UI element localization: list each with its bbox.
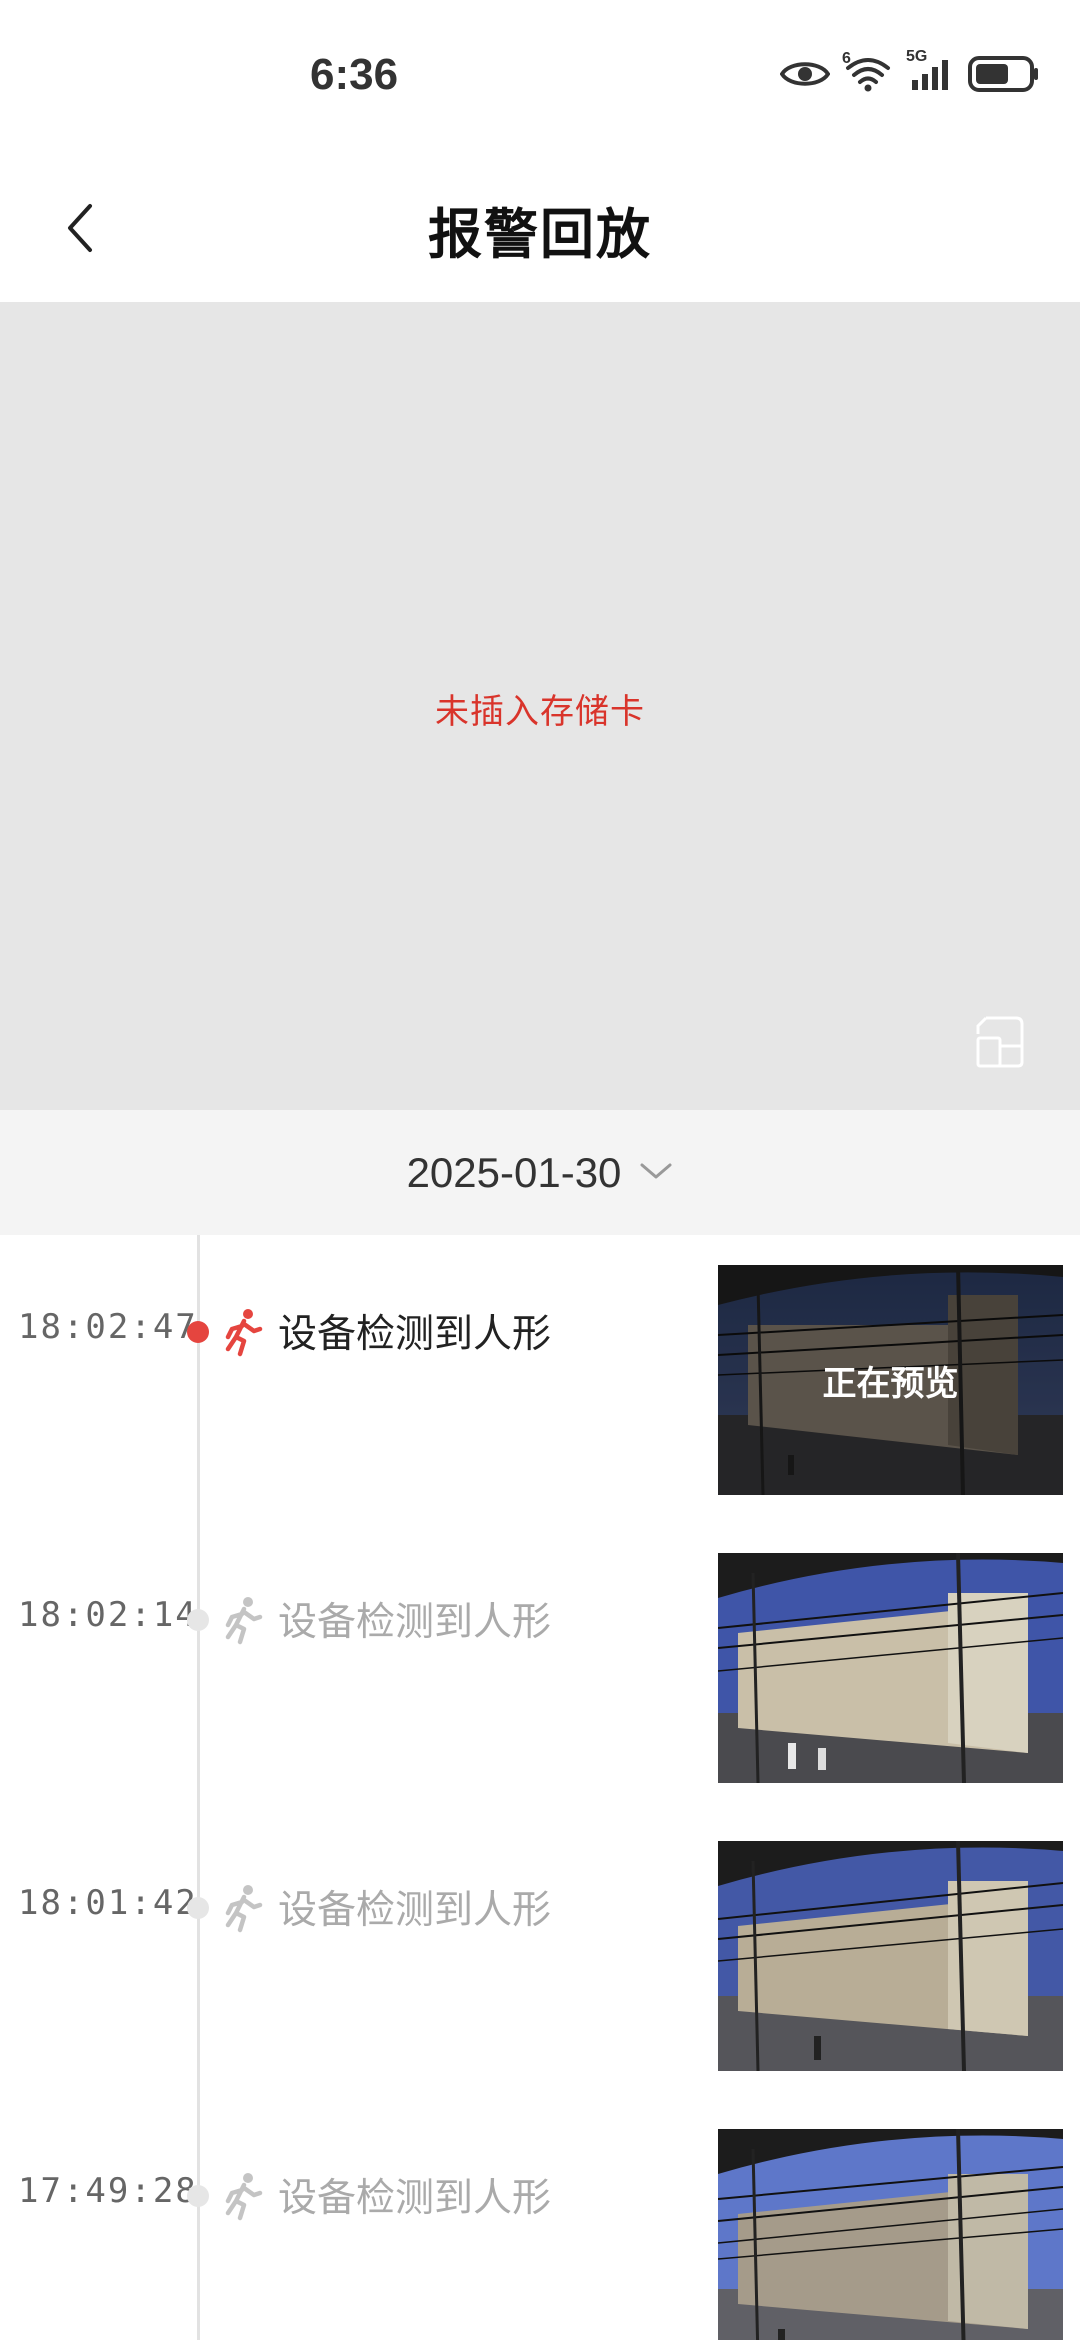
screenshot-icon (972, 1016, 1028, 1074)
timeline-dot (187, 2185, 209, 2207)
person-walking-icon (218, 1307, 268, 1357)
page-title: 报警回放 (428, 203, 652, 266)
chevron-down-icon (639, 1161, 673, 1185)
event-label: 设备检测到人形 (278, 2176, 552, 2221)
status-bar: 6:36 6 5G (0, 0, 1080, 160)
no-storage-message: 未插入存储卡 (435, 692, 645, 732)
preview-status: 正在预览 (822, 1363, 959, 1404)
event-label: 设备检测到人形 (278, 1888, 552, 1933)
status-time: 6:36 (310, 50, 399, 99)
event-row[interactable]: 18:02:14 设备检测到人形 (0, 1523, 1080, 1811)
event-time: 18:01:42 (18, 1883, 198, 1923)
camera-snapshot (718, 2129, 1063, 2340)
event-row[interactable]: 18:01:42 设备检测到人形 (0, 1811, 1080, 2099)
person-walking-icon (218, 1883, 268, 1933)
preview-overlay: 正在预览 (718, 1265, 1063, 1495)
event-label: 设备检测到人形 (278, 1600, 552, 1645)
wifi-label: 6 (842, 50, 851, 67)
battery-icon (968, 56, 1040, 92)
video-player[interactable]: 未插入存储卡 (0, 302, 1080, 1110)
event-row[interactable]: 17:49:28 设备检测到人形 (0, 2099, 1080, 2340)
event-thumbnail[interactable]: 正在预览 (718, 1265, 1063, 1495)
event-time: 17:49:28 (18, 2171, 198, 2211)
event-thumbnail[interactable] (718, 1841, 1063, 2071)
timeline-dot (187, 1321, 209, 1343)
timeline-dot (187, 1897, 209, 1919)
person-walking-icon (218, 2171, 268, 2221)
date-text: 2025-01-30 (406, 1148, 622, 1196)
person-walking-icon (218, 1595, 268, 1645)
event-thumbnail[interactable] (718, 1553, 1063, 1783)
eye-icon (780, 57, 830, 91)
event-timeline[interactable]: 18:02:47 设备检测到人形 正在预览 18:02:14 设备检测到人形 1… (0, 1235, 1080, 2340)
screenshot-button[interactable] (972, 1014, 1028, 1070)
event-row[interactable]: 18:02:47 设备检测到人形 正在预览 (0, 1235, 1080, 1523)
signal-5g-icon: 5G (906, 48, 954, 92)
network-label: 5G (906, 48, 928, 65)
header: 报警回放 (0, 160, 1080, 300)
event-label: 设备检测到人形 (278, 1312, 552, 1357)
event-time: 18:02:47 (18, 1307, 198, 1347)
event-thumbnail[interactable] (718, 2129, 1063, 2340)
timeline-dot (187, 1609, 209, 1631)
camera-snapshot (718, 1553, 1063, 1783)
status-icons: 6 5G (780, 48, 1040, 92)
camera-snapshot (718, 1841, 1063, 2071)
wifi-icon: 6 (842, 50, 892, 92)
date-picker[interactable]: 2025-01-30 (0, 1110, 1080, 1235)
event-time: 18:02:14 (18, 1595, 198, 1635)
